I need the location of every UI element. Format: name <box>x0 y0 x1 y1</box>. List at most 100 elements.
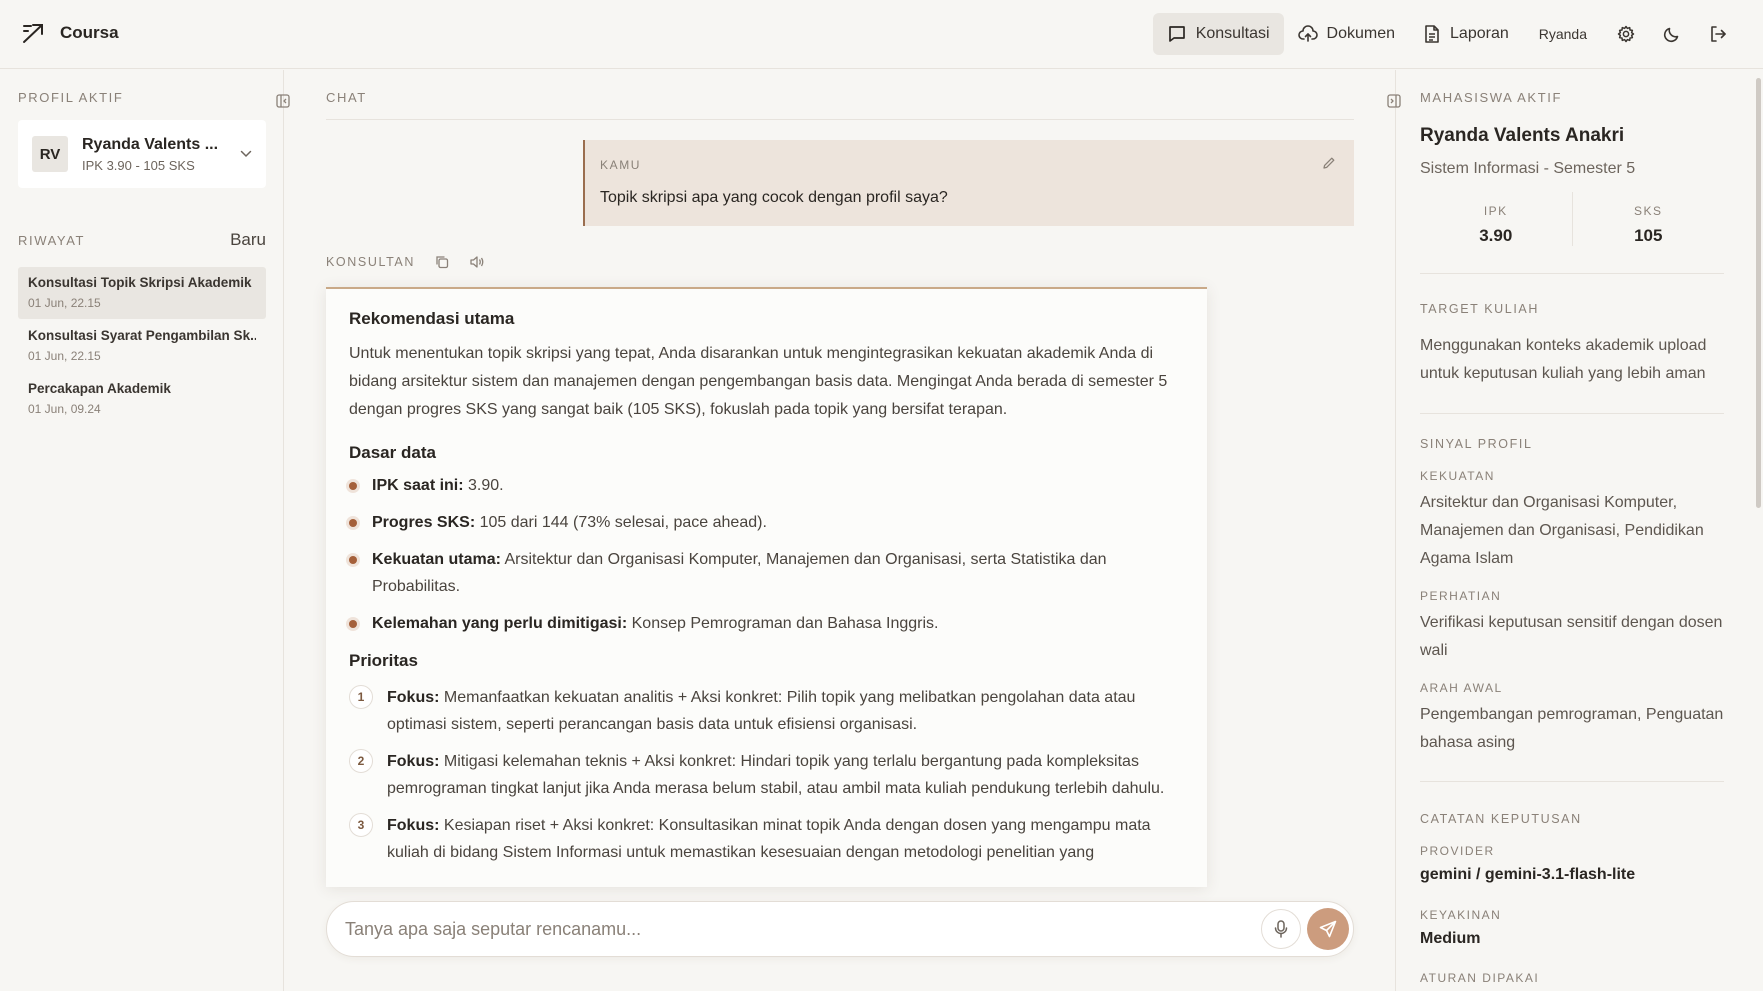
consultant-label: KONSULTAN <box>326 255 415 269</box>
target-text: Menggunakan konteks akademik upload untu… <box>1420 332 1724 414</box>
priority-item: 3 Fokus: Kesiapan riset + Aksi konkret: K… <box>349 812 1184 866</box>
user-message: KAMU Topik skripsi apa yang cocok dengan… <box>583 140 1354 226</box>
history-item-title: Konsultasi Topik Skripsi Akademik <box>28 275 252 290</box>
data-list: IPK saat ini: 3.90. Progres SKS: 105 dar… <box>349 472 1184 637</box>
priority-item: 2 Fokus: Mitigasi kelemahan teknis + Aksi… <box>349 748 1184 802</box>
provider-label: PROVIDER <box>1420 844 1495 858</box>
data-list-item: Kekuatan utama: Arsitektur dan Organisas… <box>349 546 1184 600</box>
user-name[interactable]: Ryanda <box>1523 26 1603 42</box>
top-bar: Coursa Konsultasi Dokumen Laporan Ryanda <box>0 0 1763 69</box>
chat-input[interactable] <box>345 902 1145 956</box>
settings-button[interactable] <box>1603 13 1649 55</box>
priority-number: 1 <box>349 685 373 709</box>
answer-heading-priority: Prioritas <box>349 651 418 670</box>
chat-composer <box>326 901 1354 957</box>
upload-cloud-icon <box>1297 24 1318 44</box>
attention-label: PERHATIAN <box>1420 589 1502 603</box>
answer-heading-data: Dasar data <box>349 443 436 462</box>
chat-section-label: CHAT <box>326 90 367 105</box>
history-item[interactable]: Konsultasi Topik Skripsi Akademik 01 Jun… <box>18 267 266 319</box>
brand[interactable]: Coursa <box>22 22 119 44</box>
nav-laporan-label: Laporan <box>1450 25 1509 42</box>
signal-label: SINYAL PROFIL <box>1420 437 1533 451</box>
sks-label: SKS <box>1633 204 1663 218</box>
document-icon <box>1423 24 1441 44</box>
student-program: Sistem Informasi - Semester 5 <box>1420 160 1636 177</box>
rules-label: ATURAN DIPAKAI <box>1420 971 1540 985</box>
chevron-down-icon <box>240 150 252 158</box>
attention-text: Verifikasi keputusan sensitif dengan dos… <box>1420 614 1723 659</box>
history-list: Konsultasi Topik Skripsi Akademik 01 Jun… <box>18 267 266 426</box>
history-item-date: 01 Jun, 22.15 <box>28 349 101 363</box>
ipk-label: IPK <box>1483 204 1508 218</box>
answer-heading-recommendation: Rekomendasi utama <box>349 309 515 328</box>
direction-label: ARAH AWAL <box>1420 681 1503 695</box>
left-sidebar: PROFIL AKTIF RV Ryanda Valents ... IPK 3… <box>0 70 290 991</box>
history-item-title: Konsultasi Syarat Pengambilan Sk... <box>28 328 256 343</box>
chat-area: CHAT KAMU Topik skripsi apa yang cocok d… <box>326 70 1354 991</box>
send-icon <box>1319 920 1337 938</box>
nav-laporan[interactable]: Laporan <box>1409 13 1523 55</box>
sks-value: 105 <box>1634 226 1663 245</box>
logout-icon <box>1709 25 1727 43</box>
copy-icon[interactable] <box>435 255 449 269</box>
history-item[interactable]: Percakapan Akademik 01 Jun, 09.24 <box>18 373 266 425</box>
student-panel: MAHASISWA AKTIF Ryanda Valents Anakri Si… <box>1387 70 1763 991</box>
ipk-value: 3.90 <box>1479 226 1513 245</box>
target-label: TARGET KULIAH <box>1420 302 1539 316</box>
new-chat-button[interactable]: Baru <box>230 230 266 250</box>
nav-konsultasi-label: Konsultasi <box>1195 25 1270 42</box>
profile-name: Ryanda Valents ... <box>82 135 219 153</box>
direction-text: Pengembangan pemrograman, Penguatan baha… <box>1420 701 1724 782</box>
active-student-label: MAHASISWA AKTIF <box>1420 90 1562 105</box>
decision-notes-label: CATATAN KEPUTUSAN <box>1420 812 1582 826</box>
priority-list: 1 Fokus: Memanfaatkan kekuatan analitis +… <box>349 684 1184 866</box>
moon-icon <box>1663 25 1681 43</box>
theme-toggle-button[interactable] <box>1649 13 1695 55</box>
confidence-label: KEYAKINAN <box>1420 908 1502 922</box>
strength-text: Arsitektur dan Organisasi Komputer, Mana… <box>1420 494 1704 567</box>
send-button[interactable] <box>1307 908 1349 950</box>
history-item-title: Percakapan Akademik <box>28 381 171 396</box>
user-message-text: Topik skripsi apa yang cocok dengan prof… <box>600 189 948 206</box>
data-list-item: IPK saat ini: 3.90. <box>349 472 1184 499</box>
nav-dokumen[interactable]: Dokumen <box>1284 13 1409 55</box>
collapse-sidebar-icon[interactable] <box>276 94 290 108</box>
student-name: Ryanda Valents Anakri <box>1420 125 1625 146</box>
history-item[interactable]: Konsultasi Syarat Pengambilan Sk... 01 J… <box>18 320 266 372</box>
mic-button[interactable] <box>1261 909 1301 949</box>
logout-button[interactable] <box>1695 13 1741 55</box>
provider-value: gemini / gemini-3.1-flash-lite <box>1420 866 1636 883</box>
data-list-item: Kelemahan yang perlu dimitigasi: Konsep … <box>349 610 1184 637</box>
nav-dokumen-label: Dokumen <box>1326 25 1396 42</box>
history-section-label: RIWAYAT <box>18 232 86 248</box>
collapse-panel-icon[interactable] <box>1387 94 1401 108</box>
profile-summary: IPK 3.90 - 105 SKS <box>82 157 195 173</box>
app-name: Coursa <box>60 23 119 42</box>
priority-item: 1 Fokus: Memanfaatkan kekuatan analitis +… <box>349 684 1184 738</box>
chat-icon <box>1167 24 1187 44</box>
speaker-icon[interactable] <box>469 255 485 269</box>
pencil-icon[interactable] <box>1322 156 1336 170</box>
mic-icon <box>1274 920 1288 938</box>
priority-number: 3 <box>349 813 373 837</box>
user-message-label: KAMU <box>600 158 642 172</box>
history-item-date: 01 Jun, 22.15 <box>28 296 101 310</box>
student-stats: IPK 3.90 SKS 105 <box>1420 192 1724 274</box>
nav-konsultasi[interactable]: Konsultasi <box>1152 13 1284 55</box>
profile-section-label: PROFIL AKTIF <box>18 90 124 105</box>
priority-number: 2 <box>349 749 373 773</box>
sks-stat: SKS 105 <box>1571 192 1725 246</box>
history-item-date: 01 Jun, 09.24 <box>28 402 101 416</box>
active-profile-selector[interactable]: RV Ryanda Valents ... IPK 3.90 - 105 SKS <box>18 120 266 188</box>
avatar: RV <box>32 136 68 172</box>
main-nav: Konsultasi Dokumen Laporan Ryanda <box>1152 13 1741 55</box>
consultant-answer: Rekomendasi utama Untuk menentukan topik… <box>326 287 1207 887</box>
logo-icon <box>22 22 46 44</box>
data-list-item: Progres SKS: 105 dari 144 (73% selesai, … <box>349 509 1184 536</box>
panel-scrollbar[interactable] <box>1756 78 1761 508</box>
strength-label: KEKUATAN <box>1420 469 1495 483</box>
answer-paragraph: Untuk menentukan topik skripsi yang tepa… <box>349 345 1168 418</box>
ipk-stat: IPK 3.90 <box>1420 192 1572 246</box>
confidence-value: Medium <box>1420 930 1481 947</box>
